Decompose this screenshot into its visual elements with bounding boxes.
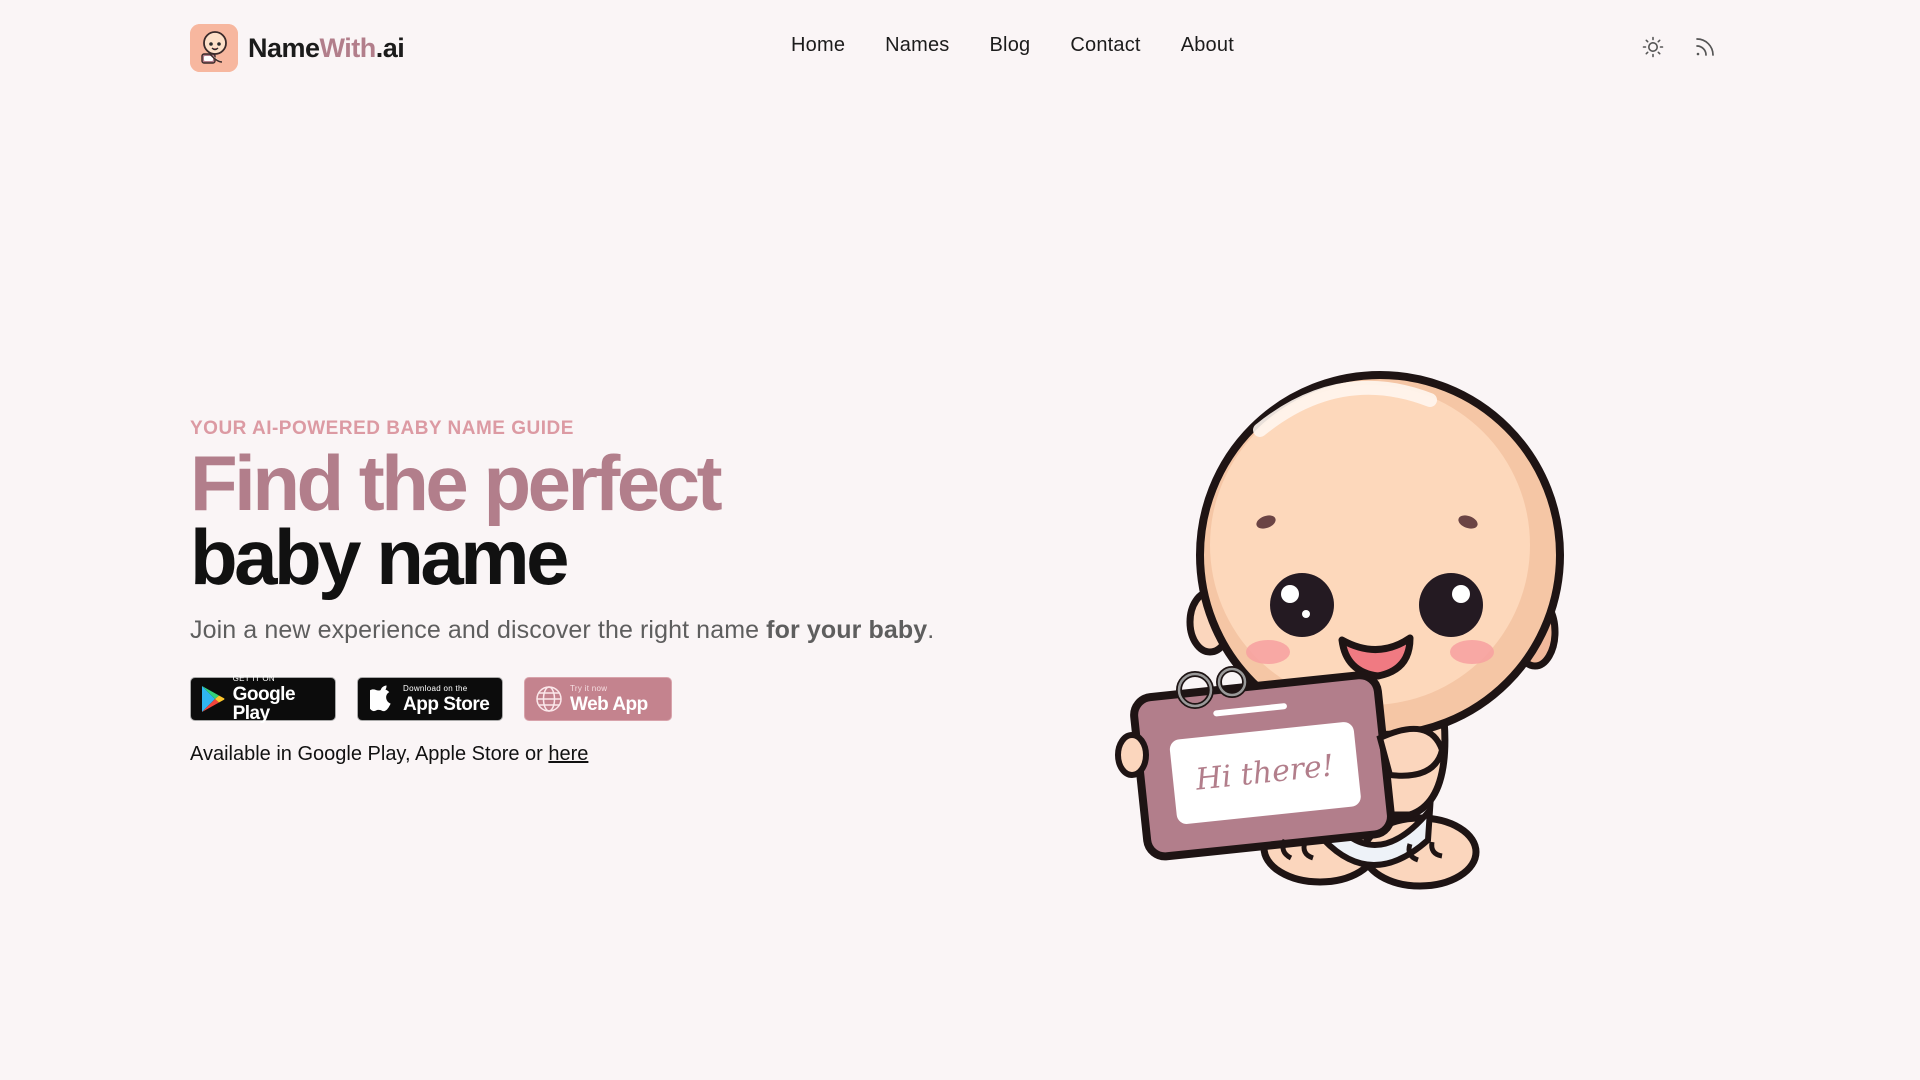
site-header: NameWith.ai Home Names Blog Contact Abou… (0, 0, 1920, 96)
brand-name-part1: Name (248, 32, 320, 63)
baby-logo-icon (190, 24, 238, 72)
subtitle-suffix: . (927, 616, 935, 644)
google-play-icon (200, 684, 227, 714)
brand-name: NameWith.ai (248, 32, 405, 64)
header-icons (1640, 34, 1718, 60)
google-play-button[interactable]: GET IT ON Google Play (190, 674, 336, 724)
availability-prefix: Available in Google Play, Apple Store or (190, 743, 549, 765)
main-nav: Home Names Blog Contact About (791, 34, 1234, 57)
brand-link[interactable]: NameWith.ai (190, 24, 405, 72)
google-play-small: GET IT ON (232, 674, 275, 683)
web-app-label: Web App (570, 693, 648, 715)
rss-icon[interactable] (1692, 34, 1718, 60)
hero-section: YOUR AI-POWERED BABY NAME GUIDE Find the… (190, 418, 1090, 786)
nav-names[interactable]: Names (885, 34, 949, 57)
availability-text: Available in Google Play, Apple Store or… (190, 743, 1090, 766)
here-link[interactable]: here (548, 743, 588, 765)
hero-eyebrow: YOUR AI-POWERED BABY NAME GUIDE (190, 418, 574, 439)
nav-contact[interactable]: Contact (1070, 34, 1140, 57)
headline-line2: baby name (190, 513, 569, 601)
app-store-label: App Store (403, 693, 490, 715)
web-app-small: Try it now (570, 683, 608, 693)
globe-icon (534, 684, 564, 714)
subtitle-text: Join a new experience and discover the r… (190, 616, 767, 644)
hero-headline: Find the perfect baby name (190, 439, 1090, 601)
brand-name-part3: .ai (375, 32, 405, 63)
headline-line1: Find the perfect (190, 439, 723, 527)
google-play-label: Google Play (232, 684, 296, 724)
hero-subtitle: Join a new experience and discover the r… (190, 616, 1090, 645)
store-buttons: GET IT ON Google Play Download on the Ap… (190, 674, 1090, 724)
app-store-small: Download on the (403, 683, 468, 693)
baby-mascot-illustration: Hi there! (1110, 370, 1580, 900)
sun-icon[interactable] (1640, 34, 1666, 60)
apple-icon (367, 684, 397, 714)
brand-name-part2: With (319, 32, 377, 63)
nav-home[interactable]: Home (791, 34, 845, 57)
nav-about[interactable]: About (1181, 34, 1234, 57)
nav-blog[interactable]: Blog (990, 34, 1031, 57)
app-store-button[interactable]: Download on the App Store (357, 677, 503, 721)
web-app-button[interactable]: Try it now Web App (524, 677, 672, 721)
subtitle-bold: for your baby (766, 616, 928, 644)
